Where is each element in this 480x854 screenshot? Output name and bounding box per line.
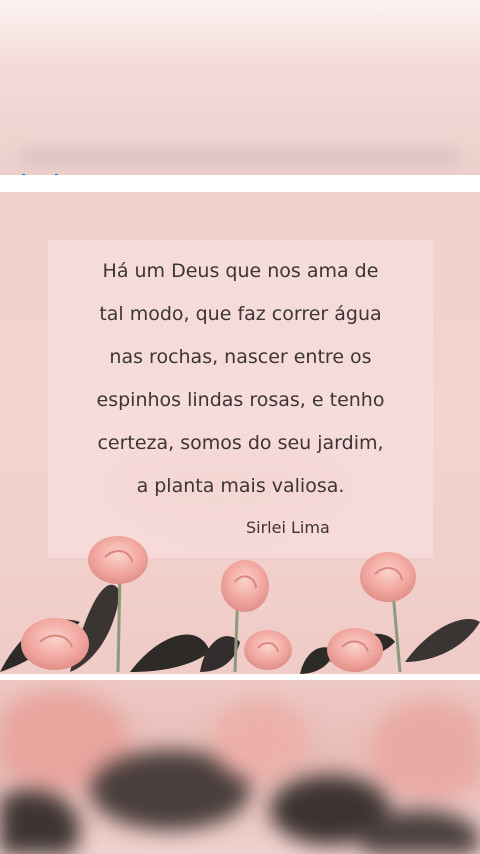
quote-line: Há um Deus que nos ama de	[102, 260, 379, 282]
stem	[116, 571, 122, 673]
quote-line: espinhos lindas rosas, e tenho	[96, 389, 385, 411]
rose	[21, 618, 89, 670]
bottom-blurred-background	[0, 680, 480, 854]
quote-image: Há um Deus que nos ama de tal modo, que …	[0, 192, 480, 674]
leaf	[405, 618, 480, 662]
leaf	[130, 634, 210, 672]
blurred-roses	[0, 690, 480, 854]
rose	[221, 560, 269, 612]
rose	[327, 628, 383, 672]
rose	[88, 536, 148, 584]
rose	[244, 630, 292, 670]
quote-line: nas rochas, nascer entre os	[109, 346, 372, 368]
rose	[360, 552, 416, 602]
quote-text: Há um Deus que nos ama de tal modo, que …	[48, 250, 433, 508]
quote-line: tal modo, que faz correr água	[99, 303, 382, 325]
divider-top	[0, 175, 480, 192]
top-blurred-background	[0, 0, 480, 175]
quote-line: certeza, somos do seu jardim,	[97, 432, 384, 454]
roses-illustration	[0, 536, 480, 674]
quote-line: a planta mais valiosa.	[136, 475, 345, 497]
blurred-text-strip	[20, 148, 460, 166]
